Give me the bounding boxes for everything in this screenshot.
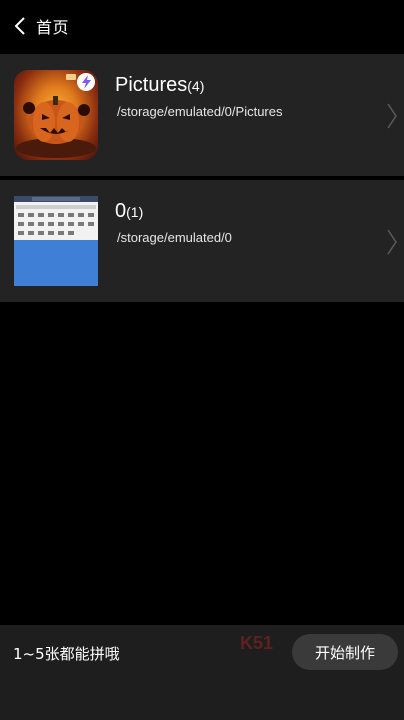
bottom-bar: 1~5张都能拼哦 K51 开始制作 bbox=[0, 625, 404, 720]
selection-hint: 1~5张都能拼哦 bbox=[13, 645, 120, 663]
album-list: Pictures(4) /storage/emulated/0/Pictures bbox=[0, 54, 404, 306]
album-thumbnail bbox=[14, 196, 98, 286]
album-count: (1) bbox=[126, 204, 144, 220]
album-path: /storage/emulated/0 bbox=[117, 230, 232, 245]
album-thumbnail bbox=[14, 70, 98, 160]
album-count: (4) bbox=[187, 78, 205, 94]
chevron-right-icon bbox=[386, 228, 398, 260]
album-title: 0(1) bbox=[115, 200, 144, 222]
start-button[interactable]: 开始制作 bbox=[292, 634, 398, 670]
screen: 首页 Pictures(4) /storage/emulated/0/Pictu… bbox=[0, 0, 404, 720]
pumpkin-game-art-thumbnail bbox=[14, 70, 98, 160]
album-row-pictures[interactable]: Pictures(4) /storage/emulated/0/Pictures bbox=[0, 54, 404, 176]
watermark: K51 bbox=[240, 633, 274, 653]
chevron-right-icon bbox=[386, 102, 398, 134]
album-row-0[interactable]: 0(1) /storage/emulated/0 bbox=[0, 180, 404, 302]
album-title: Pictures(4) bbox=[115, 74, 205, 96]
album-path: /storage/emulated/0/Pictures bbox=[117, 104, 283, 119]
header-bar: 首页 bbox=[0, 0, 404, 52]
chevron-left-icon bbox=[14, 16, 26, 36]
back-button[interactable]: 首页 bbox=[14, 12, 69, 40]
screenshot-thumbnail bbox=[14, 196, 98, 286]
back-label: 首页 bbox=[36, 18, 70, 37]
